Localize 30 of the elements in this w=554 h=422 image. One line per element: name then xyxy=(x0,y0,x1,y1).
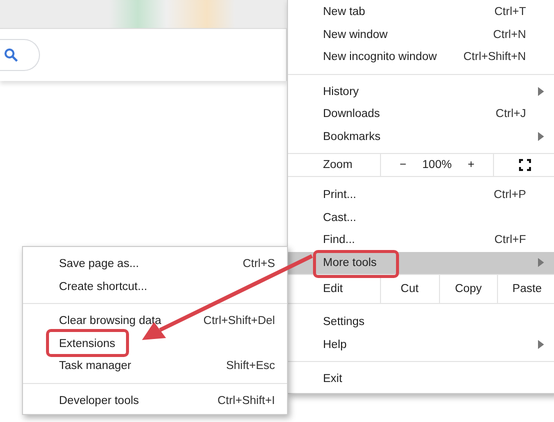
zoom-out-button[interactable]: − xyxy=(390,159,416,171)
menu-item[interactable]: Clear browsing data Ctrl+Shift+Del xyxy=(23,310,287,332)
menu-item[interactable]: Extensions xyxy=(23,332,287,355)
menu-item[interactable]: Cast... xyxy=(288,206,554,229)
menu-item[interactable]: Help xyxy=(288,334,554,356)
menu-item[interactable]: Exit xyxy=(288,368,554,390)
menu-item[interactable]: Developer tools Ctrl+Shift+I xyxy=(23,390,287,412)
menu-item[interactable]: Task manager Shift+Esc xyxy=(23,355,287,378)
menu-item[interactable]: New tab Ctrl+T xyxy=(288,1,554,24)
menu-item[interactable]: More tools xyxy=(288,252,554,274)
zoom-label: Zoom xyxy=(323,159,352,171)
menu-item[interactable]: Print... Ctrl+P xyxy=(288,184,554,206)
menu-item[interactable]: History xyxy=(288,80,554,103)
menu-item[interactable]: Create shortcut... xyxy=(23,276,287,298)
edit-action-button[interactable]: Copy xyxy=(454,283,482,295)
menu-item[interactable]: New window Ctrl+N xyxy=(288,24,554,46)
menu-item[interactable]: Save page as... Ctrl+S xyxy=(23,253,287,276)
search-icon xyxy=(4,48,18,62)
menu-item[interactable]: New incognito window Ctrl+Shift+N xyxy=(288,46,554,68)
fullscreen-icon[interactable] xyxy=(519,159,531,171)
edit-label: Edit xyxy=(323,283,343,295)
menu-item[interactable]: Settings xyxy=(288,311,554,334)
menu-item[interactable]: Bookmarks xyxy=(288,126,554,148)
search-field[interactable] xyxy=(0,39,40,71)
edit-action-button[interactable]: Cut xyxy=(400,283,419,295)
zoom-level: 100% xyxy=(421,159,453,171)
menu-item[interactable]: Downloads Ctrl+J xyxy=(288,103,554,126)
menu-item[interactable]: Find... Ctrl+F xyxy=(288,229,554,252)
edit-action-button[interactable]: Paste xyxy=(512,283,542,295)
zoom-in-button[interactable]: + xyxy=(458,159,484,171)
